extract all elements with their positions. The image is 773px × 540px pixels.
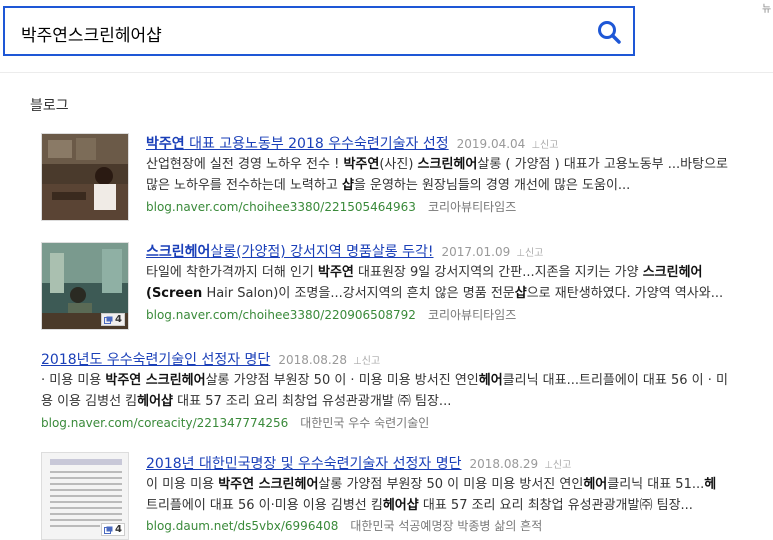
snippet-text: 살롱 가양점 부원장 50 이 미용 미용 방서진 연인 xyxy=(318,477,584,492)
image-stack-icon xyxy=(104,316,113,324)
result-title-link[interactable]: 스크린헤어살롱(가양점) 강서지역 명품살롱 두각! xyxy=(146,244,434,260)
report-link[interactable]: ⊥신고 xyxy=(353,356,380,367)
snippet-text: 용 이용 김병선 킴 xyxy=(41,394,138,409)
report-link[interactable]: ⊥신고 xyxy=(516,248,543,259)
result-title-row: 2018년도 우수숙련기술인 선정자 명단 2018.08.28 ⊥신고 xyxy=(41,349,380,369)
result-title-row: 2018년 대한민국명장 및 우수숙련기술자 선정자 명단 2018.08.29 ⊥… xyxy=(146,453,571,473)
snippet-highlight: 스크린헤어 xyxy=(417,157,478,172)
result-blog-name[interactable]: 코리아뷰티타임즈 xyxy=(428,308,516,322)
result-snippet-line-1: · 미용 미용 박주연 스크린헤어살롱 가양점 부원장 50 이 · 미용 미용… xyxy=(41,370,773,391)
result-date: 2017.01.09 xyxy=(441,245,511,259)
snippet-text: 대표 57 조리 요리 최창업 유성관광개발 ㈜ 팀장... xyxy=(173,394,452,409)
result-date: 2018.08.28 xyxy=(278,353,348,367)
result-title-row: 스크린헤어살롱(가양점) 강서지역 명품살롱 두각! 2017.01.09 ⊥신고 xyxy=(146,241,543,261)
result-blog-name[interactable]: 대한민국 우수 숙련기술인 xyxy=(300,416,429,430)
result-thumbnail[interactable]: 4 xyxy=(41,452,129,540)
result-url[interactable]: blog.naver.com/coreacity/221347774256 xyxy=(41,416,288,430)
snippet-text: 클리닉 대표...트리플에이 대표 56 이 · 미 xyxy=(502,373,728,388)
corner-label: 뉴 xyxy=(762,4,772,15)
result-title-link[interactable]: 2018년 대한민국명장 및 우수숙련기술자 선정자 명단 xyxy=(146,456,461,472)
result-blog-name[interactable]: 코리아뷰티타임즈 xyxy=(428,200,516,214)
image-count-badge: 4 xyxy=(101,313,125,326)
snippet-highlight: 헤어샵 xyxy=(382,498,419,513)
result-source: blog.naver.com/choihee3380/220906508792 코… xyxy=(146,306,516,323)
image-stack-icon xyxy=(104,526,113,534)
snippet-highlight: 스크린헤어 xyxy=(642,265,703,280)
thumbnail-image-cafe xyxy=(42,134,128,220)
result-snippet-line-1: 타일에 착한가격까지 더해 인기 박주연 대표원장 9일 강서지역의 간판...… xyxy=(146,262,773,283)
section-title-blog: 블로그 xyxy=(30,98,69,114)
snippet-text: 많은 노하우를 전수하는데 노력하고 xyxy=(146,178,342,193)
result-snippet-line-2: 용 이용 김병선 킴헤어샵 대표 57 조리 요리 최창업 유성관광개발 ㈜ 팀… xyxy=(41,391,773,412)
snippet-highlight: 샵 xyxy=(341,178,354,193)
search-button[interactable] xyxy=(595,18,623,46)
snippet-highlight: 박주연 스크린헤어 xyxy=(105,373,206,388)
snippet-text: (사진) xyxy=(379,157,418,172)
search-header: 뉴 xyxy=(0,0,773,73)
search-box[interactable] xyxy=(3,6,635,56)
snippet-text: 대표원장 9일 강서지역의 간판...지존을 지키는 가양 xyxy=(353,265,643,280)
snippet-highlight: 박주연 xyxy=(318,265,354,280)
search-input[interactable] xyxy=(19,18,583,48)
snippet-highlight: 헤 xyxy=(704,477,717,492)
snippet-text: 살롱 ( 가양점 ) 대표가 고용노동부 ...바탕으로 xyxy=(477,157,729,172)
search-icon xyxy=(598,21,621,44)
result-snippet-line-2: 트리플에이 대표 56 이·미용 이용 김병선 킴헤어샵 대표 57 조리 요리… xyxy=(146,495,773,516)
result-title-row: 박주연 대표 고용노동부 2018 우수숙련기술자 선정 2019.04.04 ⊥신… xyxy=(146,133,558,153)
report-link[interactable]: ⊥신고 xyxy=(531,140,558,151)
snippet-text: 으로 재탄생하였다. 가양역 역사와... xyxy=(526,286,724,301)
snippet-text: 클리닉 대표 51... xyxy=(607,477,705,492)
snippet-highlight: 헤어 xyxy=(583,477,608,492)
image-count-badge: 4 xyxy=(101,523,125,536)
result-url[interactable]: blog.naver.com/choihee3380/220906508792 xyxy=(146,308,416,322)
report-link[interactable]: ⊥신고 xyxy=(544,460,571,471)
result-snippet-line-2: 많은 노하우를 전수하는데 노력하고 샵을 운영하는 원장님들의 경영 개선에 … xyxy=(146,175,773,196)
result-source: blog.daum.net/ds5vbx/6996408 대한민국 석공예명장 박… xyxy=(146,517,542,534)
snippet-text: 트리플에이 대표 56 이·미용 이용 김병선 킴 xyxy=(146,498,383,513)
result-blog-name[interactable]: 대한민국 석공예명장 박종병 삶의 흔적 xyxy=(350,519,542,533)
snippet-text: 타일에 착한가격까지 더해 인기 xyxy=(146,265,319,280)
result-snippet-line-2: (Screen Hair Salon)이 조명을...강서지역의 흔치 않은 명… xyxy=(146,283,773,304)
snippet-text: 대표 57 조리 요리 최창업 유성관광개발㈜ 팀장... xyxy=(418,498,693,513)
snippet-highlight: (Screen xyxy=(146,286,203,301)
result-date: 2018.08.29 xyxy=(469,457,539,471)
snippet-text: 을 운영하는 원장님들의 경영 개선에 많은 도움이... xyxy=(353,178,631,193)
snippet-text: 살롱 가양점 부원장 50 이 · 미용 미용 방서진 연인 xyxy=(205,373,479,388)
result-url[interactable]: blog.naver.com/choihee3380/221505464963 xyxy=(146,200,416,214)
snippet-highlight: 헤어샵 xyxy=(137,394,174,409)
result-snippet-line-1: 산업현장에 실전 경영 노하우 전수 ! 박주연(사진) 스크린헤어살롱 ( 가… xyxy=(146,154,773,175)
snippet-text: 이 미용 미용 xyxy=(146,477,219,492)
result-thumbnail[interactable] xyxy=(41,133,129,221)
snippet-highlight: 박주연 스크린헤어 xyxy=(218,477,319,492)
result-source: blog.naver.com/choihee3380/221505464963 코… xyxy=(146,198,516,215)
result-date: 2019.04.04 xyxy=(456,137,526,151)
result-snippet-line-1: 이 미용 미용 박주연 스크린헤어살롱 가양점 부원장 50 이 미용 미용 방… xyxy=(146,474,773,495)
result-source: blog.naver.com/coreacity/221347774256 대한민… xyxy=(41,414,429,431)
snippet-highlight: 헤어 xyxy=(478,373,503,388)
result-thumbnail[interactable]: 4 xyxy=(41,242,129,330)
snippet-highlight: 샵 xyxy=(514,286,527,301)
snippet-text: Hair Salon)이 조명을...강서지역의 흔치 않은 명품 전문 xyxy=(202,286,515,301)
result-title-link[interactable]: 박주연 대표 고용노동부 2018 우수숙련기술자 선정 xyxy=(146,136,449,152)
snippet-text: · 미용 미용 xyxy=(41,373,106,388)
snippet-text: 산업현장에 실전 경영 노하우 전수 ! xyxy=(146,157,344,172)
result-url[interactable]: blog.daum.net/ds5vbx/6996408 xyxy=(146,519,338,533)
result-title-link[interactable]: 2018년도 우수숙련기술인 선정자 명단 xyxy=(41,352,270,368)
snippet-highlight: 박주연 xyxy=(343,157,380,172)
